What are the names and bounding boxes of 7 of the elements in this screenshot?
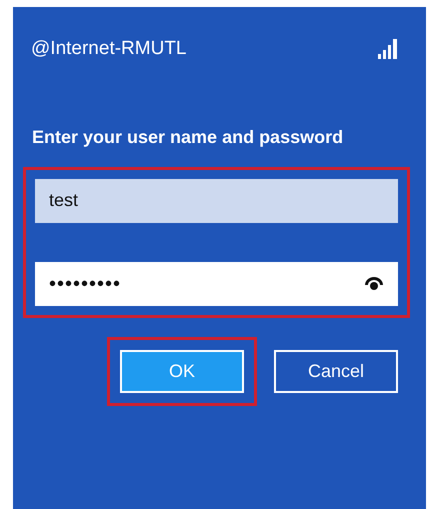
- reveal-eye-icon[interactable]: [364, 276, 384, 290]
- password-field[interactable]: •••••••••: [35, 262, 398, 306]
- prompt-text: Enter your user name and password: [31, 126, 344, 149]
- cancel-button[interactable]: Cancel: [274, 350, 398, 392]
- username-field[interactable]: test: [35, 178, 398, 222]
- signal-icon: [378, 39, 398, 60]
- network-name: @Internet-RMUTL: [31, 37, 186, 61]
